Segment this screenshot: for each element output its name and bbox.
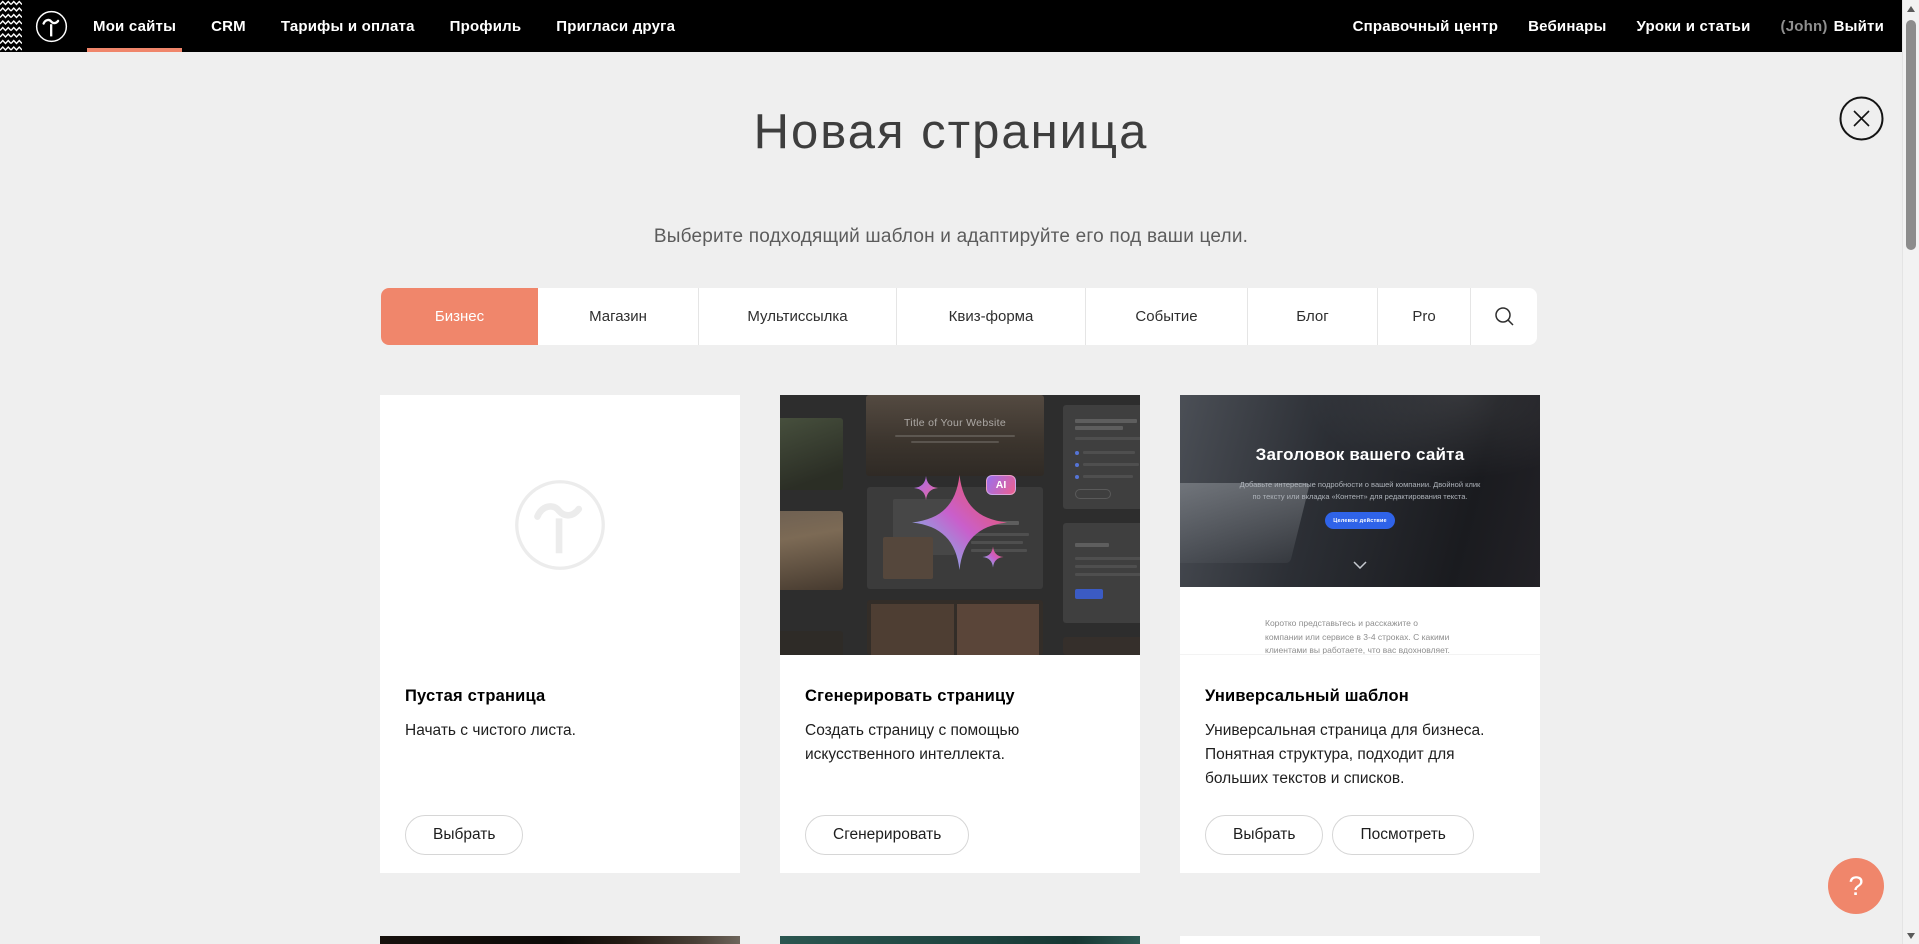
logout-label: Выйти <box>1834 18 1884 35</box>
nav-item-crm[interactable]: CRM <box>211 0 246 52</box>
card-description: Начать с чистого листа. <box>405 719 710 743</box>
nav-item-pricing[interactable]: Тарифы и оплата <box>281 0 415 52</box>
vertical-scrollbar[interactable] <box>1902 0 1919 944</box>
next-row-card-preview[interactable] <box>780 936 1140 944</box>
tab-multilink[interactable]: Мультиссылка <box>698 288 896 345</box>
tab-quiz-form[interactable]: Квиз-форма <box>896 288 1085 345</box>
nav-item-webinars[interactable]: Вебинары <box>1528 0 1606 52</box>
next-row-card-preview[interactable] <box>1180 936 1540 944</box>
user-name: (John) <box>1781 18 1828 35</box>
preview-button[interactable]: Посмотреть <box>1332 815 1473 855</box>
page-title: Новая страница <box>0 104 1902 160</box>
card-info: Сгенерировать страницу Создать страницу … <box>780 655 1140 873</box>
chevron-down-icon <box>1353 561 1367 569</box>
template-card-universal: Заголовок вашего сайта Добавьте интересн… <box>1180 395 1540 873</box>
template-card-blank-page: Пустая страница Начать с чистого листа. … <box>380 395 740 873</box>
blank-page-preview[interactable] <box>380 395 740 655</box>
scrollbar-thumb[interactable] <box>1906 20 1916 250</box>
card-title: Пустая страница <box>405 687 712 706</box>
top-navigation-bar: Мои сайты CRM Тарифы и оплата Профиль Пр… <box>0 0 1919 52</box>
search-icon <box>1494 306 1515 327</box>
card-info: Пустая страница Начать с чистого листа. … <box>380 655 740 873</box>
nav-item-my-sites[interactable]: Мои сайты <box>93 0 176 52</box>
ai-badge: AI <box>986 475 1016 495</box>
tab-pro[interactable]: Pro <box>1377 288 1470 345</box>
scrollbar-down-arrow[interactable] <box>1907 933 1915 939</box>
tilda-logo-watermark <box>513 478 607 572</box>
template-category-tabs: Бизнес Магазин Мультиссылка Квиз-форма С… <box>381 288 1537 345</box>
nav-item-invite-friend[interactable]: Пригласи друга <box>556 0 675 52</box>
universal-template-preview[interactable]: Заголовок вашего сайта Добавьте интересн… <box>1180 395 1540 655</box>
help-button[interactable]: ? <box>1828 858 1884 914</box>
nav-item-lessons[interactable]: Уроки и статьи <box>1637 0 1751 52</box>
card-title: Универсальный шаблон <box>1205 687 1512 706</box>
card-info: Универсальный шаблон Универсальная стран… <box>1180 655 1540 873</box>
page-subtitle: Выберите подходящий шаблон и адаптируйте… <box>0 226 1902 248</box>
card-actions: Выбрать <box>405 815 523 855</box>
card-description: Универсальная страница для бизнеса. Поня… <box>1205 719 1510 791</box>
card-actions: Выбрать Посмотреть <box>1205 815 1474 855</box>
tab-business[interactable]: Бизнес <box>381 288 538 345</box>
scrollbar-up-arrow[interactable] <box>1907 6 1915 12</box>
tilda-logo[interactable] <box>35 10 68 43</box>
choose-button[interactable]: Выбрать <box>1205 815 1323 855</box>
nav-item-logout[interactable]: (John) Выйти <box>1781 0 1884 52</box>
template-body-text: Коротко представьтесь и расскажите о ком… <box>1265 617 1457 655</box>
new-page-dialog: Мои сайты CRM Тарифы и оплата Профиль Пр… <box>0 0 1919 944</box>
card-actions: Сгенерировать <box>805 815 969 855</box>
next-row-card-preview[interactable] <box>380 936 740 944</box>
card-title: Сгенерировать страницу <box>805 687 1112 706</box>
nav-item-help-center[interactable]: Справочный центр <box>1353 0 1499 52</box>
nav-right-menu: Справочный центр Вебинары Уроки и статьи… <box>1353 0 1884 52</box>
close-icon[interactable] <box>1839 96 1884 141</box>
generate-button[interactable]: Сгенерировать <box>805 815 969 855</box>
ai-sparkles-icon <box>780 395 1140 655</box>
template-hero-title: Заголовок вашего сайта <box>1180 445 1540 465</box>
tab-search[interactable] <box>1470 288 1537 345</box>
tab-blog[interactable]: Блог <box>1247 288 1377 345</box>
tab-event[interactable]: Событие <box>1085 288 1247 345</box>
template-hero-image: Заголовок вашего сайта Добавьте интересн… <box>1180 395 1540 587</box>
template-cta-button: Целевое действие <box>1325 512 1395 529</box>
tab-store[interactable]: Магазин <box>538 288 698 345</box>
card-description: Создать страницу с помощью искусственног… <box>805 719 1110 767</box>
ai-generate-preview[interactable]: Title of Your Website <box>780 395 1140 655</box>
zigzag-pattern-decoration <box>0 0 22 52</box>
nav-item-profile[interactable]: Профиль <box>450 0 522 52</box>
nav-left-menu: Мои сайты CRM Тарифы и оплата Профиль Пр… <box>93 0 675 52</box>
template-card-ai-generate: Title of Your Website <box>780 395 1140 873</box>
template-hero-subtitle: Добавьте интересные подробности о вашей … <box>1235 479 1485 503</box>
choose-button[interactable]: Выбрать <box>405 815 523 855</box>
